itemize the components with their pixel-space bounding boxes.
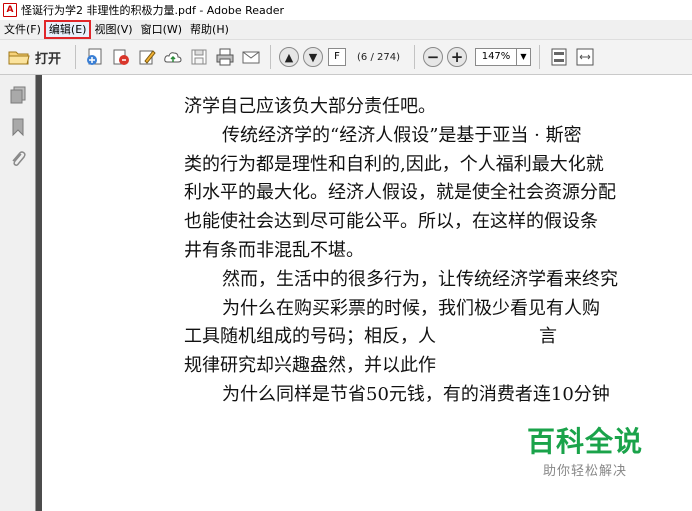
- page-text: 济学自己应该负大部分责任吧。 传统经济学的“经济人假设”是基于亚当 · 斯密 类…: [184, 93, 692, 410]
- toolbar-separator: [539, 45, 540, 69]
- open-button[interactable]: 打开: [2, 44, 67, 70]
- collaborate-icon: [113, 49, 130, 65]
- page-number-input[interactable]: F: [328, 48, 347, 66]
- fit-width-button[interactable]: [574, 46, 596, 68]
- zoom-in-button[interactable]: +: [447, 44, 467, 70]
- text-line: 利水平的最大化。经济人假设，就是使全社会资源分配: [184, 182, 616, 204]
- minus-icon: −: [423, 47, 443, 67]
- text-line: 传统经济学的“经济人假设”是基于亚当 · 斯密: [222, 124, 582, 146]
- menu-edit[interactable]: 编辑(E): [43, 20, 92, 39]
- text-line: 工具随机组成的号码；相反，人 言: [184, 326, 557, 348]
- text-line: 济学自己应该负大部分责任吧。: [184, 96, 436, 117]
- watermark-subtitle: 助你轻松解决: [542, 463, 627, 479]
- plus-icon: +: [447, 47, 467, 67]
- text-line: 规律研究却兴趣盎然，并以此作: [184, 355, 436, 377]
- watermark: 百科全说 助你轻松解决: [505, 418, 665, 486]
- zoom-value[interactable]: 147%: [475, 48, 517, 66]
- upload-cloud-icon: [164, 52, 182, 63]
- menu-help[interactable]: 帮助(H): [186, 21, 233, 38]
- open-label: 打开: [35, 51, 62, 67]
- title-bar: A 怪诞行为学2 非理性的积极力量.pdf - Adobe Reader: [0, 0, 692, 20]
- arrow-up-icon: ▲: [279, 47, 300, 67]
- text-line: 为什么同样是节省50元钱，有的消费者连10分钟: [222, 383, 610, 405]
- zoom-select[interactable]: 147% ▼: [475, 44, 531, 70]
- toolbar-separator: [270, 45, 272, 69]
- printer-icon: [216, 48, 234, 66]
- text-line: 为什么在购买彩票的时候，我们极少看见有人购: [222, 297, 600, 319]
- fit-page-button[interactable]: [548, 46, 570, 68]
- save-disk-icon: [191, 49, 207, 65]
- save-button[interactable]: [188, 46, 210, 68]
- toolbar-separator: [414, 45, 415, 69]
- pages-icon: [10, 86, 26, 104]
- create-pdf-icon: [87, 48, 102, 65]
- fit-page-icon: [551, 48, 567, 66]
- arrow-down-icon: ▼: [303, 47, 324, 67]
- page-count: (6 / 274): [357, 51, 400, 63]
- upload-button[interactable]: [162, 46, 184, 68]
- text-line: 类的行为都是理性和自利的,因此，个人福利最大化就: [184, 153, 604, 175]
- print-button[interactable]: [214, 46, 236, 68]
- bookmark-icon: [12, 118, 24, 137]
- folder-icon: [8, 51, 30, 65]
- attachments-panel-button[interactable]: [6, 147, 30, 171]
- paperclip-icon: [12, 151, 26, 166]
- menu-file[interactable]: 文件(F): [0, 21, 45, 38]
- fit-width-icon: [576, 48, 594, 66]
- menu-bar: 文件(F) 编辑(E) 视图(V) 窗口(W) 帮助(H): [0, 20, 692, 39]
- collaborate-button[interactable]: [110, 46, 132, 68]
- chevron-down-icon[interactable]: ▼: [517, 48, 531, 66]
- pages-panel-button[interactable]: [6, 83, 30, 107]
- text-line: 然而，生活中的很多行为，让传统经济学看来终究: [222, 268, 618, 290]
- adobe-reader-icon: A: [3, 3, 17, 17]
- window-title: 怪诞行为学2 非理性的积极力量.pdf - Adobe Reader: [21, 4, 285, 17]
- create-pdf-button[interactable]: [84, 46, 106, 68]
- bookmarks-panel-button[interactable]: [6, 115, 30, 139]
- text-line: 也能使社会达到尽可能公平。所以，在这样的假设条: [184, 211, 598, 233]
- envelope-icon: [242, 51, 260, 64]
- menu-window[interactable]: 窗口(W): [137, 21, 186, 38]
- watermark-title: 百科全说: [526, 424, 643, 458]
- toolbar: 打开 ▲ ▼ F (6 / 274) − + 147% ▼: [0, 39, 692, 75]
- text-line: 井有条而非混乱不堪。: [184, 239, 364, 261]
- zoom-out-button[interactable]: −: [423, 44, 443, 70]
- email-button[interactable]: [240, 46, 262, 68]
- menu-view[interactable]: 视图(V): [90, 21, 136, 38]
- toolbar-separator: [75, 45, 77, 69]
- previous-page-button[interactable]: ▲: [279, 44, 300, 70]
- next-page-button[interactable]: ▼: [303, 44, 324, 70]
- edit-button[interactable]: [136, 46, 158, 68]
- navigation-pane: [0, 75, 36, 511]
- edit-pencil-icon: [139, 50, 156, 65]
